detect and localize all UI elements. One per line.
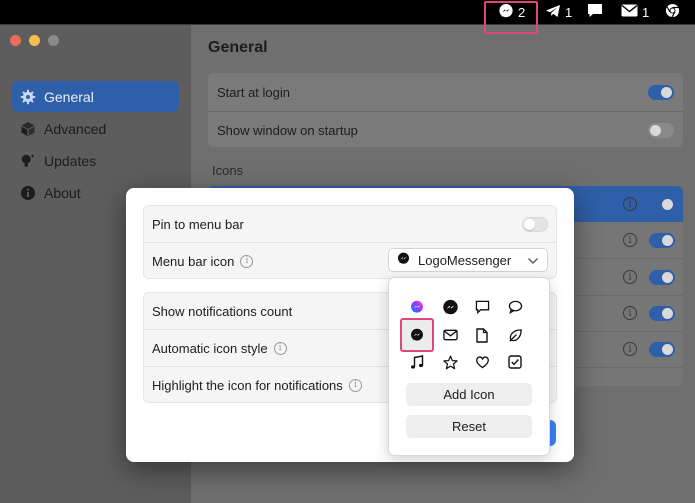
show-window-toggle[interactable] <box>648 122 674 138</box>
round-bubble-icon[interactable] <box>505 297 525 317</box>
add-icon-button[interactable]: Add Icon <box>406 383 532 406</box>
gear-icon <box>20 89 36 105</box>
icon-picker-popover: Add Icon Reset <box>388 277 550 456</box>
reset-button[interactable]: Reset <box>406 415 532 438</box>
telegram-count: 1 <box>565 4 573 20</box>
telegram-icon <box>545 4 561 21</box>
info-icon[interactable]: i <box>623 342 637 356</box>
chrome-icon <box>665 3 680 21</box>
messenger-status-highlight <box>484 1 538 34</box>
sidebar-item-general[interactable]: General <box>12 81 179 112</box>
minimize-window-button[interactable] <box>29 35 40 46</box>
select-value: LogoMessenger <box>418 252 512 268</box>
messenger-logo-color-icon[interactable] <box>407 297 427 317</box>
pin-to-menu-bar-row: Pin to menu bar <box>144 206 556 242</box>
document-icon[interactable] <box>472 325 492 345</box>
icon-row-toggle[interactable] <box>649 342 675 357</box>
sidebar-item-label: Updates <box>44 152 97 169</box>
icon-row-toggle[interactable] <box>649 270 675 285</box>
icon-row-toggle[interactable] <box>649 233 675 248</box>
info-icon[interactable]: i <box>623 197 637 211</box>
icon-row-toggle[interactable] <box>649 197 675 212</box>
star-icon[interactable] <box>440 352 460 372</box>
chevron-down-icon <box>527 253 539 268</box>
automatic-style-label: Automatic icon style <box>152 340 268 356</box>
start-at-login-row: Start at login <box>208 74 683 110</box>
menu-bar: 2 1 1 <box>0 0 695 24</box>
info-icon[interactable]: i <box>273 341 287 355</box>
menu-bar-icon-label: Menu bar icon <box>152 253 235 269</box>
messenger-bubble-icon[interactable] <box>407 325 427 345</box>
leaf-icon[interactable] <box>505 325 525 345</box>
mail-status-item[interactable]: 1 <box>621 0 649 24</box>
chat-bubble-icon <box>587 3 603 21</box>
icon-row-toggle[interactable] <box>649 306 675 321</box>
info-icon <box>20 185 36 201</box>
envelope-icon[interactable] <box>440 325 460 345</box>
show-count-label: Show notifications count <box>152 303 293 319</box>
messenger-logo-icon[interactable] <box>440 297 460 317</box>
close-window-button[interactable] <box>10 35 21 46</box>
lightbulb-icon <box>20 153 36 169</box>
start-at-login-toggle[interactable] <box>648 84 674 100</box>
music-note-icon[interactable] <box>407 352 427 372</box>
info-icon[interactable]: i <box>623 306 637 320</box>
page-title: General <box>208 39 268 56</box>
show-window-row: Show window on startup <box>208 112 683 148</box>
checkbox-icon[interactable] <box>505 352 525 372</box>
mail-icon <box>621 4 638 20</box>
pin-label: Pin to menu bar <box>152 216 244 232</box>
sidebar-item-label: General <box>44 88 94 105</box>
info-icon[interactable]: i <box>348 378 362 392</box>
info-icon[interactable]: i <box>623 233 637 247</box>
info-icon[interactable]: i <box>623 270 637 284</box>
row-label: Start at login <box>217 84 290 100</box>
chat-status-item[interactable] <box>587 0 603 24</box>
sidebar-item-advanced[interactable]: Advanced <box>12 113 179 144</box>
mail-count: 1 <box>642 4 650 20</box>
zoom-window-button[interactable] <box>48 35 59 46</box>
pin-to-menu-bar-toggle[interactable] <box>522 216 548 232</box>
highlight-label: Highlight the icon for notifications <box>152 377 343 393</box>
square-bubble-icon[interactable] <box>472 297 492 317</box>
icons-section-label: Icons <box>212 163 244 178</box>
info-icon[interactable]: i <box>240 254 254 268</box>
messenger-icon <box>397 252 410 268</box>
cube-icon <box>20 121 36 137</box>
heart-icon[interactable] <box>472 352 492 372</box>
sidebar-item-updates[interactable]: Updates <box>12 145 179 176</box>
row-label: Show window on startup <box>217 122 358 138</box>
telegram-status-item[interactable]: 1 <box>545 0 572 24</box>
sidebar-item-label: About <box>44 184 81 201</box>
menu-bar-icon-select[interactable]: LogoMessenger <box>388 248 548 272</box>
chrome-status-item[interactable] <box>665 0 680 24</box>
sidebar-item-label: Advanced <box>44 120 107 137</box>
